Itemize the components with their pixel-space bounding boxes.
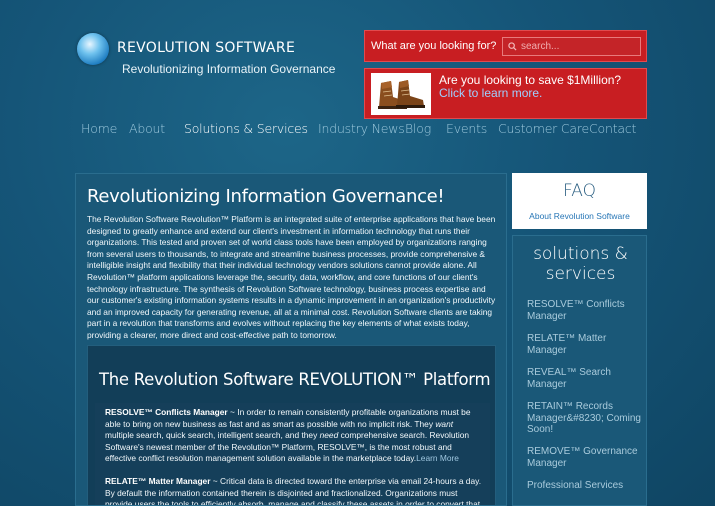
product-relate: RELATE™ Matter Manager ~ Critical data i… [105,476,483,505]
product-name: RELATE™ Matter Manager [105,476,211,486]
solutions-sidebar: solutions & services RESOLVE™ Conflicts … [512,235,647,506]
search-label: What are you looking for? [371,40,497,52]
product-emphasis: need [319,430,339,441]
promo-title: Are you looking to save $1Million? [439,73,622,87]
search-box: What are you looking for? [364,30,647,62]
sidebar-item-reveal[interactable]: REVEAL™ Search Manager [527,367,642,390]
solutions-title: solutions & services [533,244,628,284]
nav-home[interactable]: Home [81,121,117,136]
faq-title: FAQ [563,181,596,201]
platform-body: RESOLVE™ Conflicts Manager ~ In order to… [95,403,490,505]
product-emphasis: want [435,418,454,429]
sidebar-item-professional-services[interactable]: Professional Services [527,480,642,492]
nav-industry-news[interactable]: Industry News [318,121,405,136]
nav-solutions-services[interactable]: Solutions & Services [184,121,308,136]
nav-about[interactable]: About [129,121,165,136]
faq-box[interactable]: FAQ About Revolution Software [512,173,647,229]
sidebar-item-relate[interactable]: RELATE™ Matter Manager [527,333,642,356]
search-field[interactable] [502,37,641,56]
faq-link[interactable]: About Revolution Software [512,211,647,221]
sidebar-item-resolve[interactable]: RESOLVE™ Conflicts Manager [527,299,642,322]
nav-contact[interactable]: Contact [589,121,636,136]
platform-title: The Revolution Software REVOLUTION™ Plat… [99,370,491,389]
sidebar-item-retain[interactable]: RETAIN™ Records Manager&#8230; Coming So… [527,401,642,436]
promo-link[interactable]: Click to learn more. [439,86,542,100]
promo-banner[interactable]: Are you looking to save $1Million? Click… [364,68,647,119]
product-text: multiple search, quick search, intellige… [105,430,320,441]
product-resolve: RESOLVE™ Conflicts Manager ~ In order to… [105,407,483,465]
sidebar-item-remove[interactable]: REMOVE™ Governance Manager [527,446,642,469]
logo-text[interactable]: REVOLUTION SOFTWARE [117,40,295,56]
learn-more-link[interactable]: Learn More [416,453,459,463]
search-icon [508,42,517,51]
tagline: Revolutionizing Information Governance [122,62,336,76]
page-title: Revolutionizing Information Governance! [87,186,445,207]
boots-image [371,73,431,115]
intro-paragraph: The Revolution Software Revolution™ Plat… [87,214,496,340]
platform-panel: The Revolution Software REVOLUTION™ Plat… [87,345,496,505]
logo-icon[interactable] [77,33,109,65]
search-input[interactable] [521,41,631,52]
main-content: Revolutionizing Information Governance! … [75,173,507,506]
nav-customer-care[interactable]: Customer Care [498,121,589,136]
nav-events[interactable]: Events [446,121,487,136]
product-name: RESOLVE™ Conflicts Manager [105,407,228,417]
nav-blog[interactable]: Blog [405,121,431,136]
